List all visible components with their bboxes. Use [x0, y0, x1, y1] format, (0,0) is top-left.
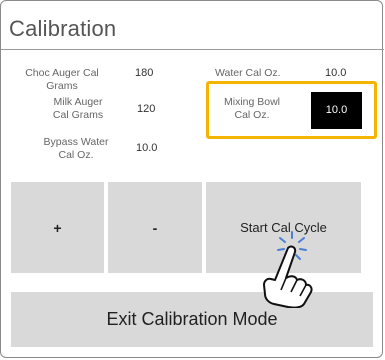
milk-auger-label: Milk Auger Cal Grams [52, 96, 104, 121]
water-cal-value[interactable]: 10.0 [325, 67, 346, 79]
exit-calibration-button[interactable]: Exit Calibration Mode [11, 292, 373, 347]
page-title: Calibration [9, 16, 117, 41]
mixing-bowl-value[interactable]: 10.0 [311, 92, 362, 129]
choc-auger-value[interactable]: 180 [135, 67, 153, 79]
mixing-bowl-label: Mixing Bowl Cal Oz. [223, 96, 281, 121]
minus-button[interactable]: - [108, 182, 202, 273]
title-divider [1, 49, 384, 50]
choc-auger-label: Choc Auger Cal Grams [25, 67, 99, 92]
tapping-hand-icon [263, 231, 313, 308]
milk-auger-value[interactable]: 120 [137, 103, 155, 115]
water-cal-label: Water Cal Oz. [215, 67, 281, 79]
bypass-water-value[interactable]: 10.0 [136, 142, 157, 154]
plus-button[interactable]: + [11, 182, 104, 273]
bypass-water-label: Bypass Water Cal Oz. [43, 136, 109, 161]
